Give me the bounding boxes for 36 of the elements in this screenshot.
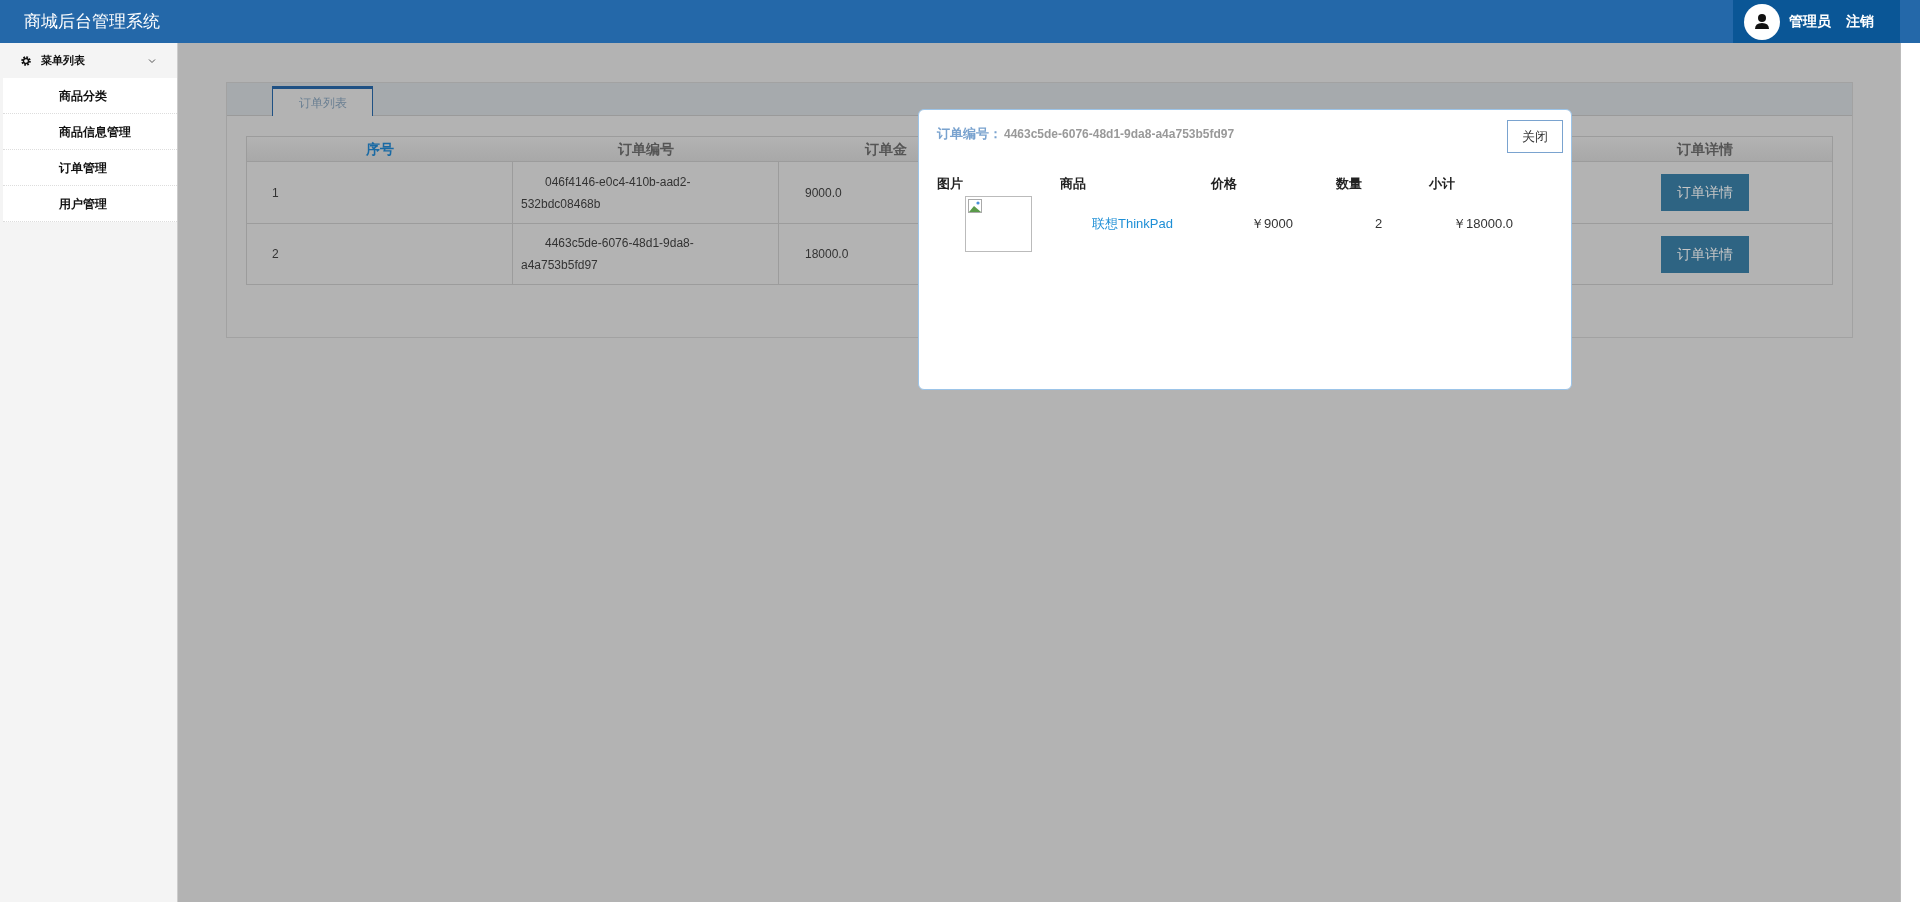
order-detail-button[interactable]: 订单详情 [1660, 235, 1749, 273]
table-cell-text: 9000.0 [805, 184, 842, 202]
order-number: 4463c5de-6076-48d1-9da8-a4a753b5fd97 [1004, 125, 1235, 143]
sidebar-item[interactable]: 订单管理 [3, 150, 177, 186]
detail-column-header: 价格 [1211, 175, 1238, 193]
sidebar-item[interactable]: 商品分类 [3, 78, 177, 114]
product-link[interactable]: 联想ThinkPad [1092, 215, 1173, 231]
order-number-label: 订单编号： [937, 125, 1002, 143]
table-cell-text: 2 [272, 246, 279, 263]
sidebar-item[interactable]: 商品信息管理 [3, 114, 177, 150]
order-detail-button[interactable]: 订单详情 [1660, 174, 1749, 211]
sidebar-item[interactable]: 用户管理 [3, 186, 177, 222]
subtotal-text: ￥18000.0 [1453, 215, 1513, 231]
table-cell-text: 1 [272, 184, 279, 202]
column-header: 订单详情 [1676, 139, 1733, 159]
column-header: 序号 [366, 139, 394, 159]
detail-column-header: 商品 [1060, 175, 1087, 193]
detail-column-header: 数量 [1336, 175, 1363, 193]
menu-header[interactable]: 菜单列表 [0, 43, 177, 78]
app-title: 商城后台管理系统 [24, 10, 160, 33]
user-avatar-icon[interactable] [1744, 3, 1780, 40]
column-header: 订单编号 [618, 139, 674, 159]
logout-link[interactable]: 注销 [1846, 11, 1874, 32]
table-cell-text: 18000.0 [805, 246, 849, 263]
table-cell-text: 046f4146-e0c4-410b-aad2-532bdc08468b [521, 173, 692, 213]
close-button[interactable]: 关闭 [1507, 120, 1563, 153]
menu-title: 菜单列表 [41, 53, 86, 69]
gear-icon [21, 55, 31, 66]
detail-column-header: 图片 [937, 175, 964, 193]
column-header: 订单金 [865, 139, 907, 159]
detail-column-header: 小计 [1429, 175, 1456, 193]
table-cell-text: 4463c5de-6076-48d1-9da8-a4a753b5fd97 [521, 235, 695, 274]
price-text: ￥9000 [1251, 215, 1293, 231]
broken-image-icon [968, 198, 982, 213]
user-name: 管理员 [1789, 12, 1831, 31]
quantity-text: 2 [1375, 215, 1383, 231]
